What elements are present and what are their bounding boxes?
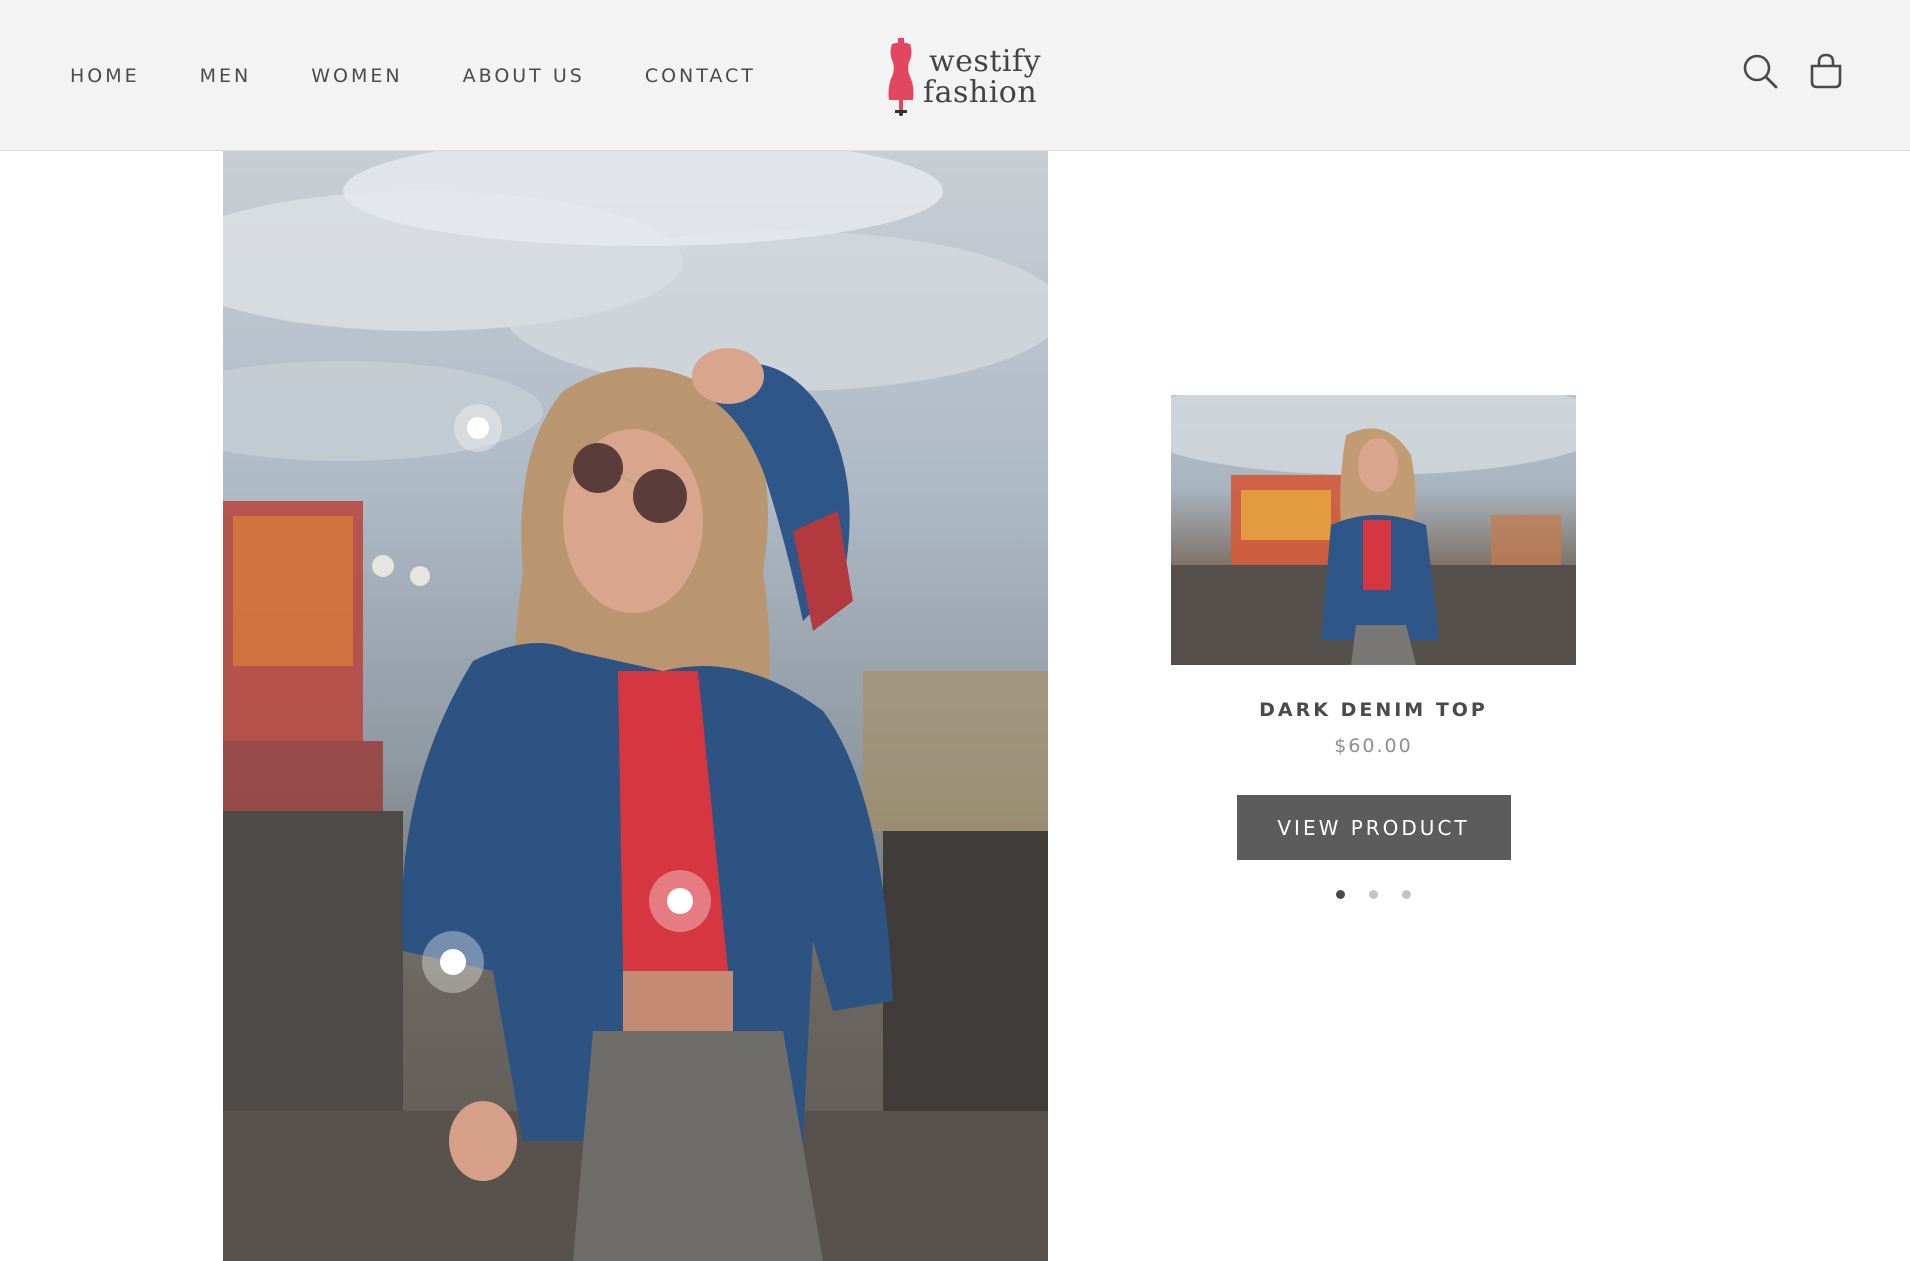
logo-line-2: fashion: [923, 75, 1038, 110]
nav-about-us-link[interactable]: ABOUT US: [463, 65, 585, 87]
view-product-button[interactable]: VIEW PRODUCT: [1236, 795, 1511, 860]
carousel-dots: [1171, 890, 1576, 899]
hotspot-dot: [667, 888, 693, 914]
header-actions: [1713, 52, 1845, 90]
main-nav: HOME MEN WOMEN ABOUT US CONTACT: [70, 0, 816, 151]
nav-men-link[interactable]: MEN: [200, 65, 252, 87]
nav-home-link[interactable]: HOME: [70, 65, 140, 87]
nav-women-link[interactable]: WOMEN: [311, 65, 402, 87]
product-title: DARK DENIM TOP: [1259, 699, 1488, 721]
carousel-dot-3[interactable]: [1402, 890, 1411, 899]
hotspot-denim-jacket[interactable]: [422, 931, 484, 993]
lookbook-image: [223, 151, 1048, 1261]
product-price: $60.00: [1334, 735, 1413, 757]
woman-denim-jacket-photo: [223, 151, 1048, 1261]
hotspot-dot: [440, 949, 466, 975]
hotspot-sunglasses[interactable]: [454, 404, 502, 452]
hotspot-dot: [467, 417, 489, 439]
carousel-dot-1[interactable]: [1336, 890, 1345, 899]
search-icon[interactable]: [1741, 52, 1779, 90]
carousel-dot-2[interactable]: [1369, 890, 1378, 899]
product-image[interactable]: [1171, 395, 1576, 665]
logo-wordmark: westify fashion: [923, 46, 1041, 108]
dress-form-icon: [888, 38, 914, 116]
logo-line-1: westify: [929, 44, 1042, 79]
nav-contact-link[interactable]: CONTACT: [645, 65, 756, 87]
shopping-bag-icon[interactable]: [1807, 52, 1845, 90]
hotspot-red-top[interactable]: [649, 870, 711, 932]
site-header: HOME MEN WOMEN ABOUT US CONTACT westify …: [0, 0, 1910, 151]
product-photo: [1171, 395, 1576, 665]
site-logo[interactable]: westify fashion: [885, 38, 1041, 116]
product-card: DARK DENIM TOP $60.00 VIEW PRODUCT: [1171, 395, 1576, 899]
